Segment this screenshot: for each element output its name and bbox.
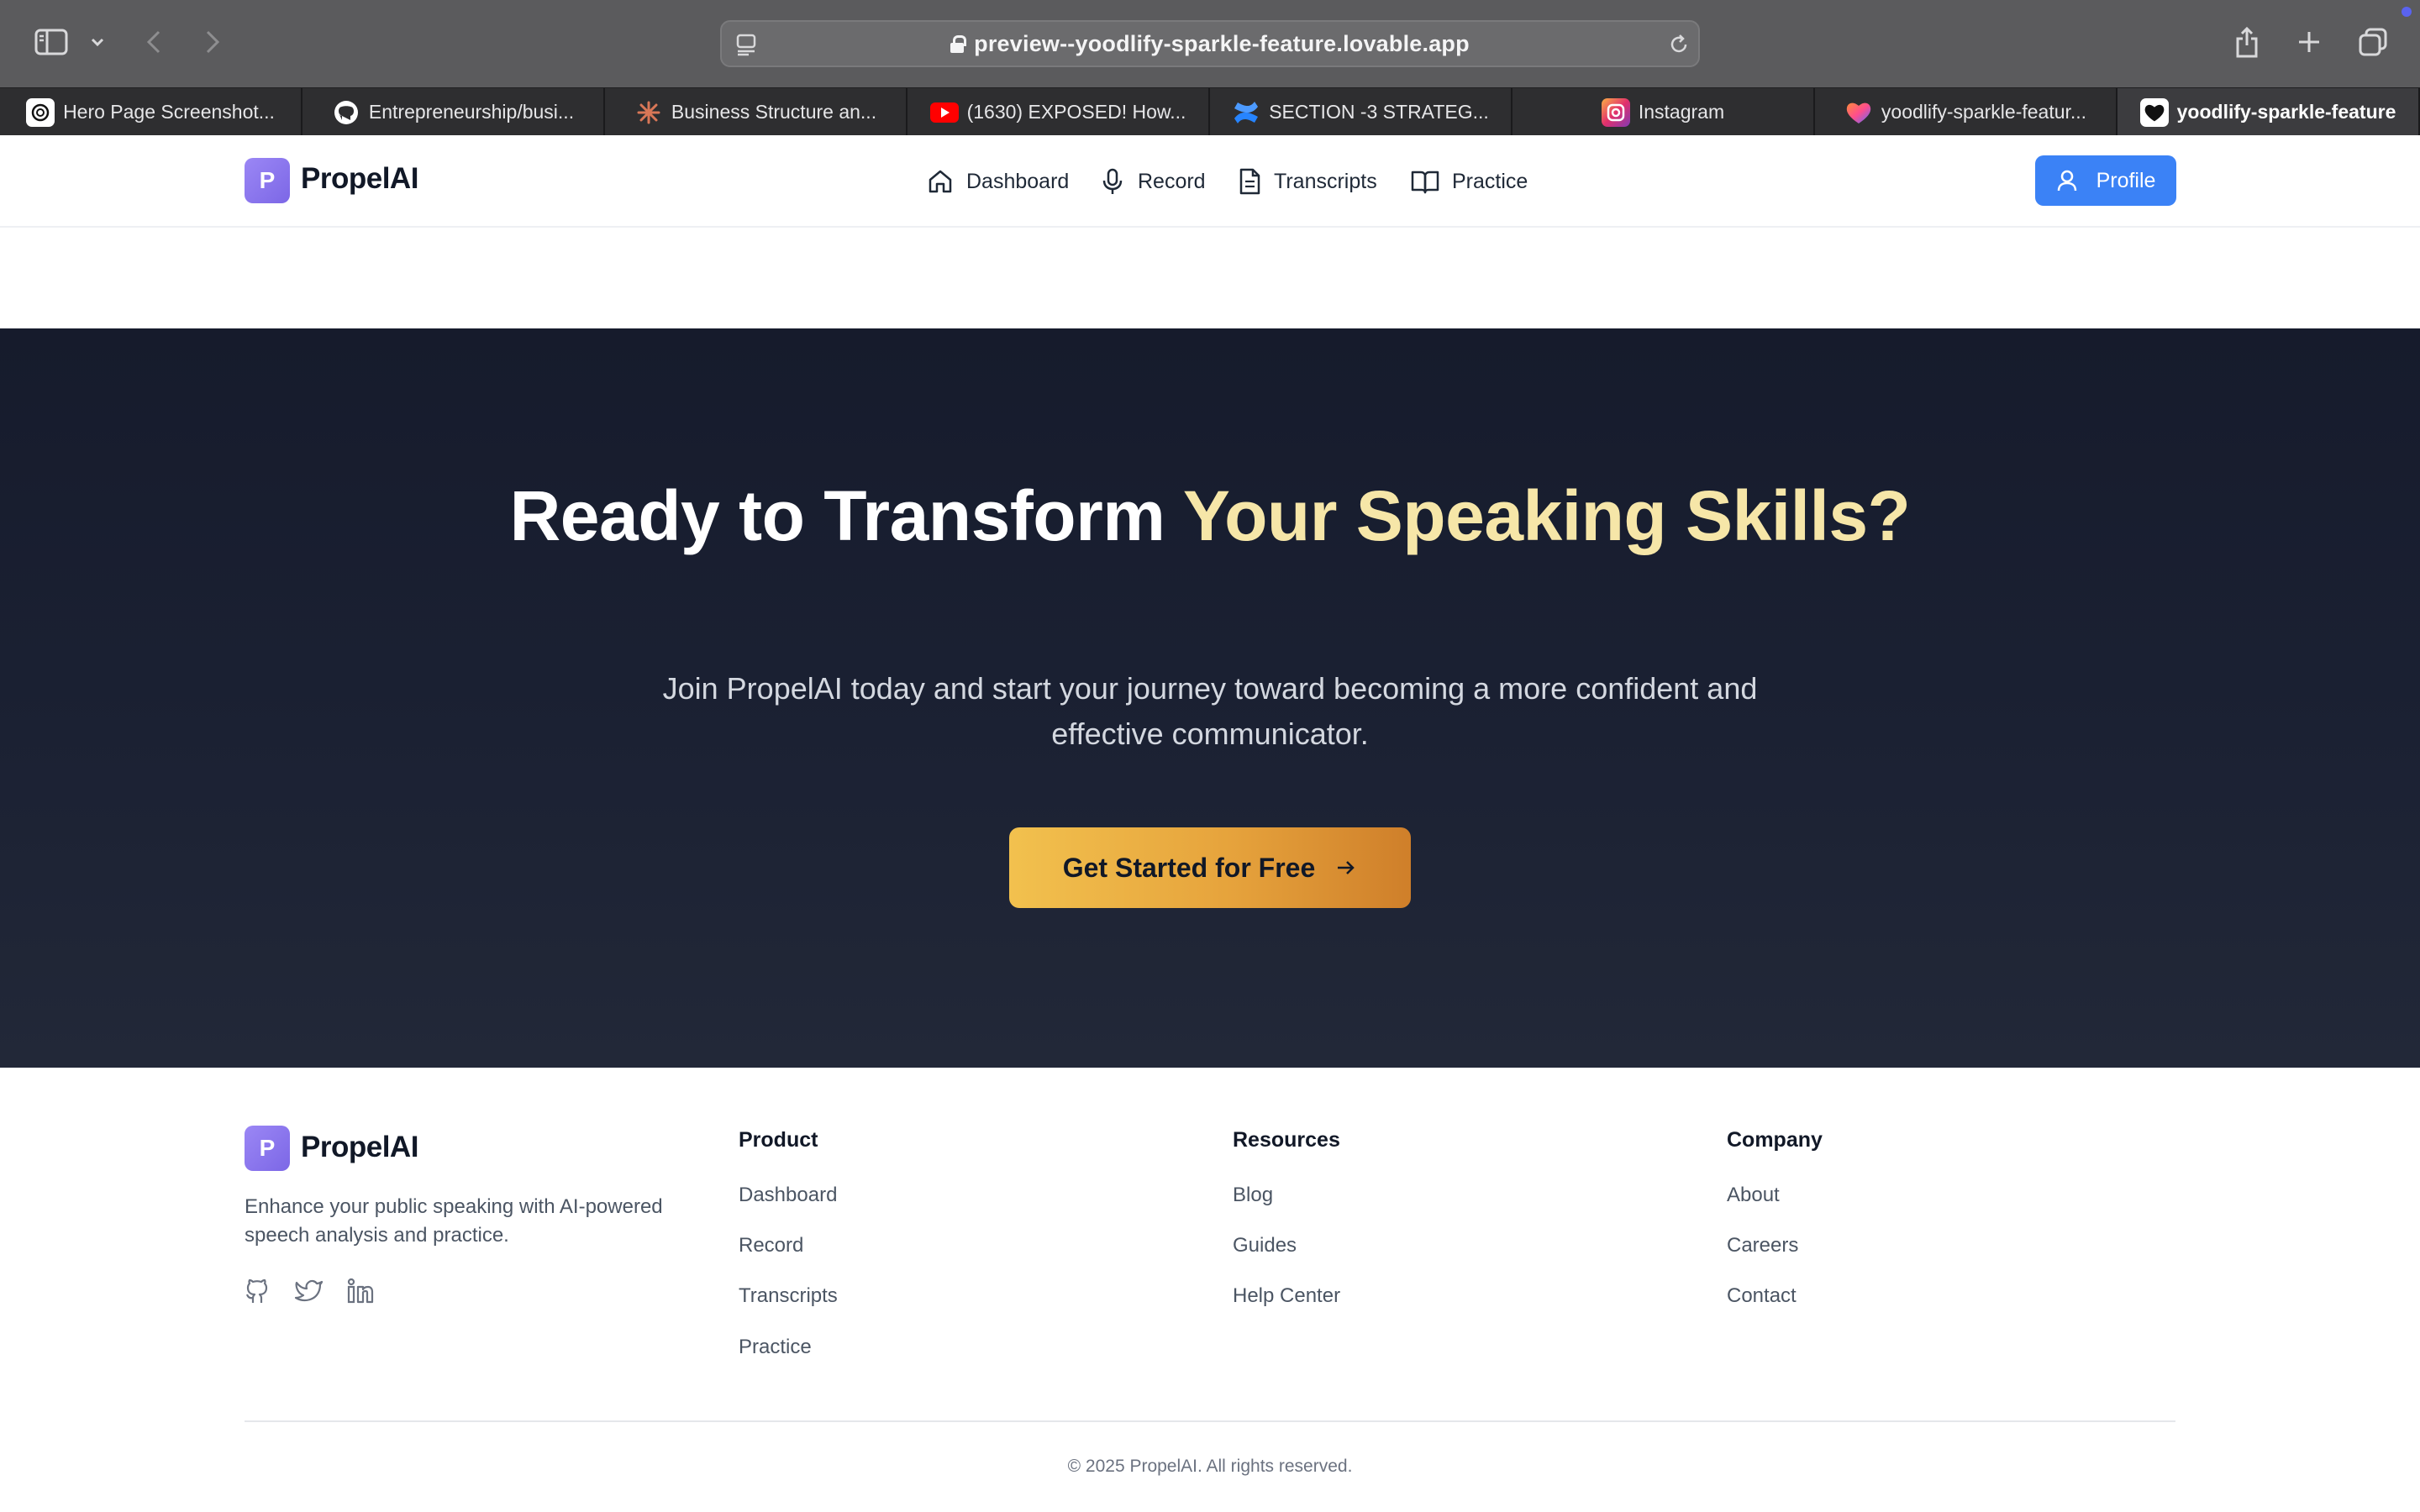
cta-label: Get Started for Free <box>1062 852 1316 883</box>
home-icon <box>929 170 952 193</box>
browser-tab[interactable]: Entrepreneurship/busi... <box>302 88 605 136</box>
footer-col-title-product: Product <box>739 1128 818 1152</box>
browser-tab[interactable]: Instagram <box>1512 88 1815 136</box>
browser-tab-active[interactable]: yoodlify-sparkle-feature <box>2118 88 2420 136</box>
notification-dot <box>2402 7 2412 17</box>
profile-label: Profile <box>2096 168 2156 192</box>
user-icon <box>2057 170 2076 192</box>
footer-link-record[interactable]: Record <box>739 1234 803 1257</box>
footer-link-guides[interactable]: Guides <box>1233 1234 1297 1257</box>
back-arrow-icon[interactable] <box>141 25 166 59</box>
linkedin-icon[interactable] <box>346 1277 376 1307</box>
nav-link-record[interactable]: Record <box>1099 158 1206 205</box>
tab-bar: Hero Page Screenshot... Entrepreneurship… <box>0 87 2420 136</box>
url-text: preview--yoodlify-sparkle-feature.lovabl… <box>722 22 1698 66</box>
github-icon[interactable] <box>243 1277 273 1307</box>
browser-toolbar: preview--yoodlify-sparkle-feature.lovabl… <box>0 0 2420 87</box>
hero-title-accent: Your Speaking Skills? <box>1182 476 1911 555</box>
cta-section: Ready to Transform Your Speaking Skills?… <box>0 328 2420 1068</box>
url-value: preview--yoodlify-sparkle-feature.lovabl… <box>974 30 1470 56</box>
browser-tab[interactable]: SECTION -3 STRATEG... <box>1210 88 1512 136</box>
heart-icon <box>2139 97 2169 127</box>
footer-brand-name[interactable]: PropelAI <box>301 1131 418 1164</box>
hero-title-white: Ready to Transform <box>509 476 1183 555</box>
address-bar[interactable]: preview--yoodlify-sparkle-feature.lovabl… <box>720 20 1700 67</box>
tab-title: Entrepreneurship/busi... <box>368 101 575 123</box>
footer-link-about[interactable]: About <box>1727 1184 1780 1207</box>
chevron-down-icon[interactable] <box>87 32 108 52</box>
github-icon <box>332 98 360 127</box>
nav-link-dashboard[interactable]: Dashboard <box>926 158 1069 205</box>
nav-link-label: Transcripts <box>1274 169 1377 193</box>
nav-link-practice[interactable]: Practice <box>1410 158 1528 205</box>
footer-link-practice[interactable]: Practice <box>739 1336 812 1359</box>
claude-icon <box>634 98 663 127</box>
logo-badge[interactable]: P <box>245 158 290 203</box>
app-header: P PropelAI Dashboard Record Transcripts … <box>0 135 2420 228</box>
lock-icon <box>950 35 967 53</box>
nav-link-label: Practice <box>1452 169 1528 193</box>
book-icon <box>1411 171 1439 194</box>
browser-tab[interactable]: Business Structure an... <box>605 88 908 136</box>
lovable-heart-icon <box>1844 98 1873 127</box>
tab-title: yoodlify-sparkle-feature <box>2176 101 2396 123</box>
openai-icon <box>26 97 55 127</box>
copyright-text: © 2025 PropelAI. All rights reserved. <box>1067 1457 1353 1476</box>
browser-tab[interactable]: Hero Page Screenshot... <box>0 88 302 136</box>
footer-description: Enhance your public speaking with AI-pow… <box>245 1195 663 1247</box>
youtube-icon <box>929 98 959 127</box>
footer-logo-badge[interactable]: P <box>245 1126 290 1171</box>
tab-title: (1630) EXPOSED! How... <box>966 101 1186 123</box>
sidebar-toggle-icon[interactable] <box>32 25 71 59</box>
nav-link-label: Dashboard <box>966 169 1070 193</box>
tab-overview-icon[interactable] <box>2356 25 2390 59</box>
confluence-icon <box>1232 98 1260 127</box>
twitter-icon[interactable] <box>294 1277 324 1307</box>
nav-link-transcripts[interactable]: Transcripts <box>1237 158 1377 205</box>
footer-link-careers[interactable]: Careers <box>1727 1234 1798 1257</box>
microphone-icon <box>1102 168 1123 194</box>
arrow-right-icon <box>1338 861 1355 874</box>
brand-name[interactable]: PropelAI <box>301 162 418 196</box>
profile-button[interactable]: Profile <box>2035 155 2176 206</box>
forward-arrow-icon[interactable] <box>200 25 225 59</box>
tab-title: Instagram <box>1638 101 1725 123</box>
document-icon <box>1239 168 1260 195</box>
new-tab-plus-icon[interactable] <box>2294 27 2324 57</box>
footer-link-contact[interactable]: Contact <box>1727 1284 1797 1308</box>
nav-link-label: Record <box>1138 169 1206 193</box>
footer-link-transcripts[interactable]: Transcripts <box>739 1284 838 1308</box>
tab-title: Business Structure an... <box>671 101 877 123</box>
footer-link-dashboard[interactable]: Dashboard <box>739 1184 837 1207</box>
browser-tab[interactable]: (1630) EXPOSED! How... <box>908 88 1210 136</box>
footer-col-title-resources: Resources <box>1233 1128 1340 1152</box>
footer-link-blog[interactable]: Blog <box>1233 1184 1273 1207</box>
tab-title: Hero Page Screenshot... <box>63 101 275 123</box>
tab-title: SECTION -3 STRATEG... <box>1269 101 1489 123</box>
footer-link-help-center[interactable]: Help Center <box>1233 1284 1340 1308</box>
reload-icon[interactable] <box>1666 32 1691 57</box>
footer-divider <box>245 1420 2175 1422</box>
hero-subtitle: Join PropelAI today and start your journ… <box>662 671 1758 751</box>
footer-col-title-company: Company <box>1727 1128 1823 1152</box>
instagram-icon <box>1601 97 1630 127</box>
tab-title: yoodlify-sparkle-featur... <box>1881 101 2087 123</box>
browser-tab[interactable]: yoodlify-sparkle-featur... <box>1815 88 2118 136</box>
share-icon[interactable] <box>2232 24 2262 60</box>
get-started-button[interactable]: Get Started for Free <box>1009 827 1411 908</box>
hero-title: Ready to Transform Your Speaking Skills? <box>0 480 2420 551</box>
